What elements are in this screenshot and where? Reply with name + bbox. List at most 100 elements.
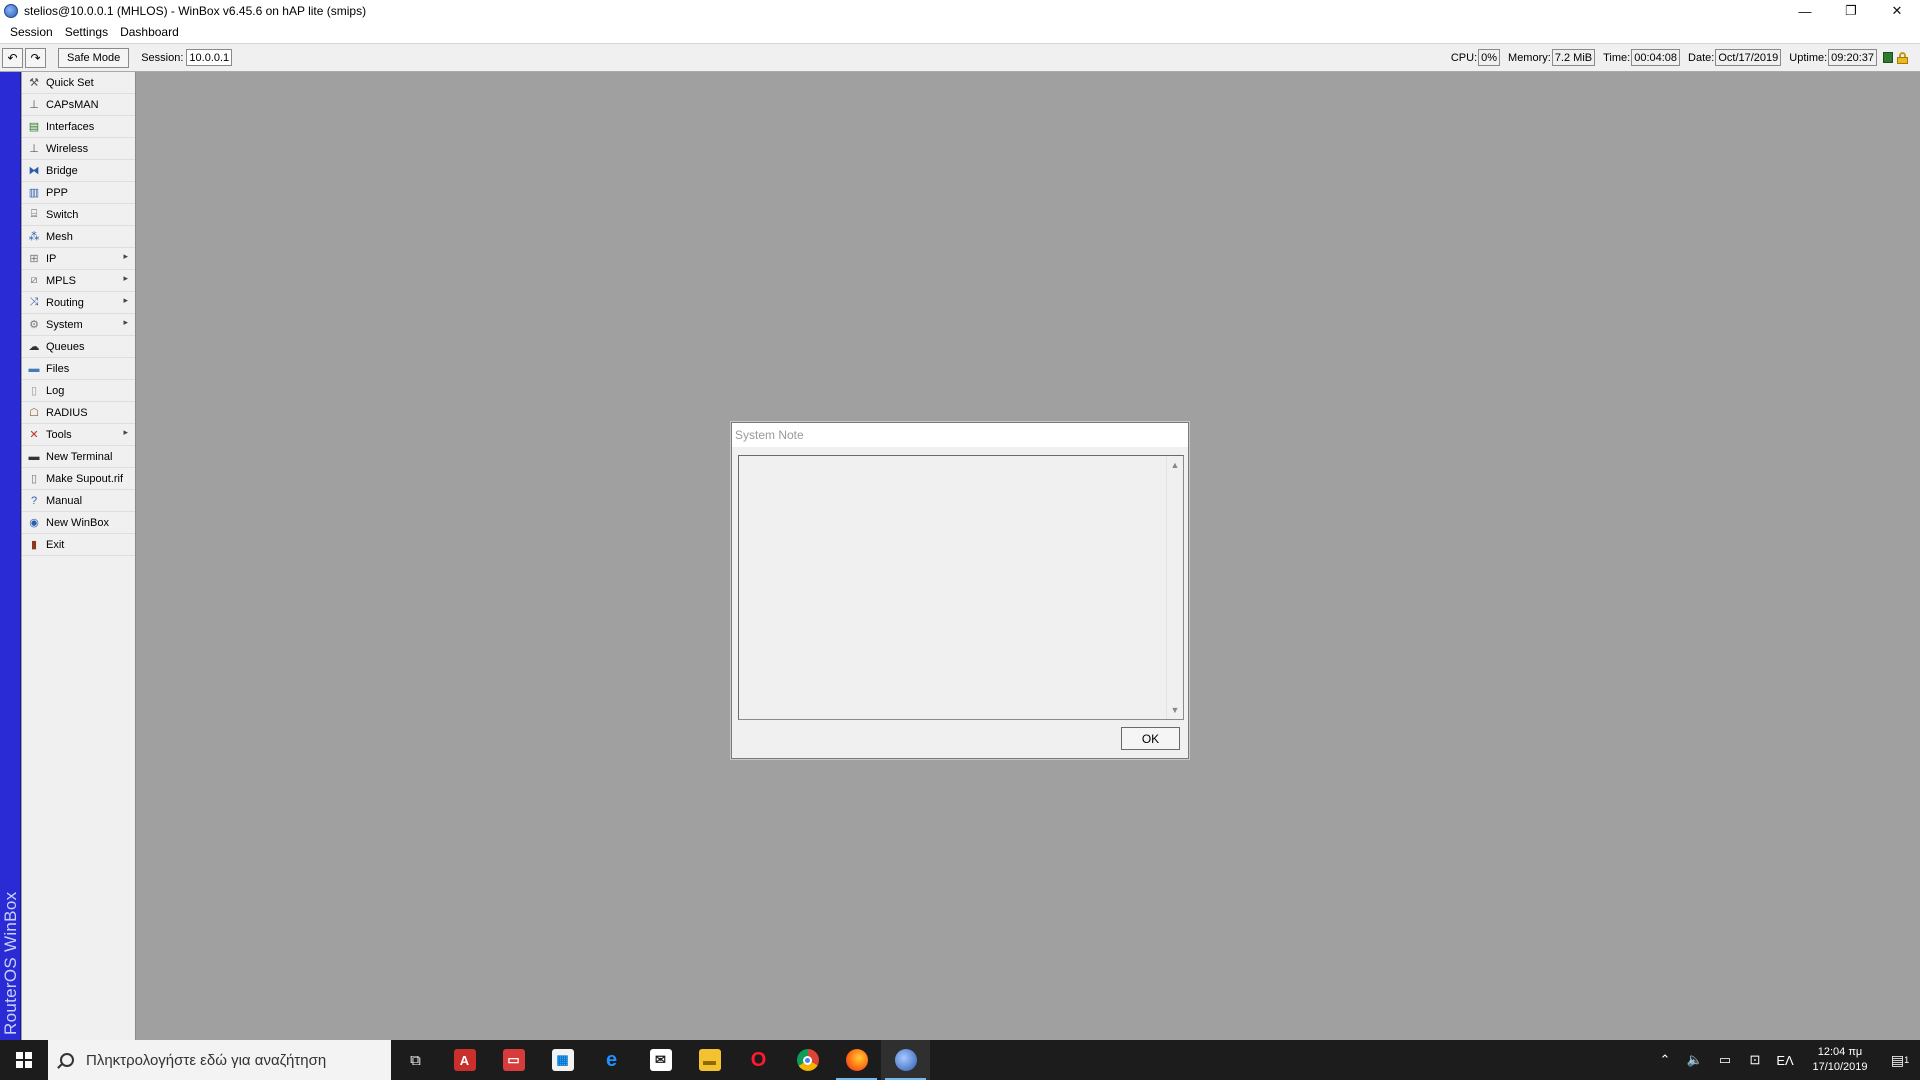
status-area: CPU: 0% Memory: 7.2 MiB Time: 00:04:08 D…	[1443, 44, 1908, 71]
language-indicator[interactable]: ΕΛ	[1770, 1053, 1800, 1068]
manual-icon: ?	[30, 494, 38, 507]
sidebar-item-label: Log	[46, 384, 65, 397]
network-icon[interactable]: ⊡	[1740, 1052, 1770, 1068]
ok-button[interactable]: OK	[1121, 727, 1180, 750]
memory-value: 7.2 MiB	[1551, 49, 1596, 66]
brand-text: RouterOS WinBox	[1, 891, 20, 1035]
system-note-textarea[interactable]: ▲ ▼	[738, 455, 1184, 720]
sidebar-item-routing[interactable]: ⤨ Routing ▸	[22, 292, 135, 314]
sidebar-item-radius[interactable]: ☖ RADIUS	[22, 402, 135, 424]
sidebar-item-quick-set[interactable]: ⚒ Quick Set	[22, 72, 135, 94]
task-view-button[interactable]: ⧉	[391, 1040, 440, 1080]
sidebar-item-interfaces[interactable]: ▤ Interfaces	[22, 116, 135, 138]
sidebar-item-label: Tools	[46, 428, 72, 441]
lock-icon	[1897, 51, 1908, 64]
quick-set-icon: ⚒	[29, 77, 39, 89]
taskbar-app-chrome[interactable]	[783, 1040, 832, 1080]
menu-bar: Session Settings Dashboard	[0, 22, 1920, 42]
sidebar-item-label: Wireless	[46, 142, 89, 155]
taskbar-app-edge[interactable]: e	[587, 1040, 636, 1080]
sidebar-item-switch[interactable]: ⌸ Switch	[22, 204, 135, 226]
minimize-button[interactable]: —	[1782, 0, 1828, 22]
taskbar: Πληκτρολογήστε εδώ για αναζήτηση ⧉ A ▭ ▦…	[0, 1040, 1920, 1080]
terminal-icon: ▬	[28, 450, 40, 463]
winbox-icon: ◉	[29, 517, 39, 529]
taskbar-app-acrobat[interactable]: A	[440, 1040, 489, 1080]
taskbar-app-opera[interactable]: O	[734, 1040, 783, 1080]
close-button[interactable]: ✕	[1874, 0, 1920, 22]
sidebar-item-new-terminal[interactable]: ▬ New Terminal	[22, 446, 135, 468]
acrobat-icon: A	[453, 1049, 476, 1071]
sidebar-item-manual[interactable]: ? Manual	[22, 490, 135, 512]
sidebar-item-ip[interactable]: ⊞ IP ▸	[22, 248, 135, 270]
restore-button[interactable]: ❐	[1828, 0, 1874, 22]
sidebar-item-label: Switch	[46, 208, 79, 221]
time-label: Time:	[1603, 51, 1631, 64]
clock-date: 17/10/2019	[1812, 1061, 1868, 1073]
notification-icon: ▤	[1890, 1051, 1905, 1068]
sidebar-item-mesh[interactable]: ⁂ Mesh	[22, 226, 135, 248]
menu-settings[interactable]: Settings	[59, 25, 114, 39]
clock[interactable]: 12:04 πμ 17/10/2019	[1800, 1045, 1880, 1075]
sidebar-item-label: System	[46, 318, 83, 331]
sidebar-item-new-winbox[interactable]: ◉ New WinBox	[22, 512, 135, 534]
submenu-arrow-icon: ▸	[123, 317, 128, 327]
taskbar-app-explorer[interactable]: ▬	[685, 1040, 734, 1080]
queues-icon: ☁	[28, 341, 40, 353]
sidebar-item-exit[interactable]: ▮ Exit	[22, 534, 135, 556]
sidebar-item-tools[interactable]: ✕ Tools ▸	[22, 424, 135, 446]
dialog-scrollbar[interactable]: ▲ ▼	[1166, 456, 1183, 719]
mpls-icon: ⧄	[30, 274, 38, 286]
session-field: 10.0.0.1	[186, 49, 233, 66]
sidebar-item-files[interactable]: ▬ Files	[22, 358, 135, 380]
window-controls: — ❐ ✕	[1782, 0, 1920, 22]
sidebar-item-label: Files	[46, 362, 70, 375]
task-view-icon: ⧉	[410, 1051, 421, 1069]
time-value: 00:04:08	[1631, 49, 1681, 66]
sidebar-item-log[interactable]: ▯ Log	[22, 380, 135, 402]
taskbar-app-mail[interactable]: ✉	[636, 1040, 685, 1080]
submenu-arrow-icon: ▸	[123, 273, 128, 283]
sidebar-item-capsman[interactable]: ⊥ CAPsMAN	[22, 94, 135, 116]
sidebar-item-system[interactable]: ⚙ System ▸	[22, 314, 135, 336]
toolbar: ↶ ↷ Safe Mode Session: 10.0.0.1 CPU: 0% …	[0, 43, 1920, 72]
uptime-label: Uptime:	[1789, 51, 1828, 64]
taskbar-app-reader[interactable]: ▭	[489, 1040, 538, 1080]
volume-icon[interactable]: 🔈	[1680, 1052, 1710, 1068]
sidebar-item-label: Routing	[46, 296, 84, 309]
sidebar-item-ppp[interactable]: ▥ PPP	[22, 182, 135, 204]
system-tray: ⌃ 🔈 ▭ ⊡ ΕΛ 12:04 πμ 17/10/2019 ▤ 1	[1650, 1040, 1920, 1080]
brand-stripe: RouterOS WinBox	[0, 72, 21, 1040]
window-title: stelios@10.0.0.1 (MHLOS) - WinBox v6.45.…	[24, 4, 367, 18]
taskbar-search[interactable]: Πληκτρολογήστε εδώ για αναζήτηση	[48, 1040, 391, 1080]
action-center-button[interactable]: ▤ 1	[1880, 1040, 1920, 1080]
sidebar-item-label: Mesh	[46, 230, 73, 243]
sidebar-item-label: Queues	[46, 340, 85, 353]
menu-session[interactable]: Session	[4, 25, 59, 39]
scroll-down-icon[interactable]: ▼	[1167, 703, 1183, 717]
scroll-up-icon[interactable]: ▲	[1167, 458, 1183, 472]
session-label: Session:	[141, 51, 184, 64]
sidebar-item-label: CAPsMAN	[46, 98, 99, 111]
sidebar-item-bridge[interactable]: ⧓ Bridge	[22, 160, 135, 182]
system-note-dialog: System Note ▲ ▼ OK	[731, 422, 1189, 759]
taskbar-app-winbox[interactable]	[881, 1040, 930, 1080]
sidebar-item-make-supout-rif[interactable]: ▯ Make Supout.rif	[22, 468, 135, 490]
sidebar-item-queues[interactable]: ☁ Queues	[22, 336, 135, 358]
sidebar-menu: ⚒ Quick Set ⊥ CAPsMAN ▤ Interfaces ⊥ Wireless ⧓ B…	[22, 72, 136, 1040]
radius-icon: ☖	[29, 407, 39, 419]
show-hidden-icons-icon[interactable]: ⌃	[1650, 1052, 1680, 1068]
taskbar-app-store[interactable]: ▦	[538, 1040, 587, 1080]
battery-icon[interactable]: ▭	[1710, 1052, 1740, 1068]
menu-dashboard[interactable]: Dashboard	[114, 25, 185, 39]
sidebar-item-mpls[interactable]: ⧄ MPLS ▸	[22, 270, 135, 292]
safe-mode-button[interactable]: Safe Mode	[58, 47, 130, 68]
sidebar-item-label: MPLS	[46, 274, 76, 287]
sidebar-item-wireless[interactable]: ⊥ Wireless	[22, 138, 135, 160]
start-button[interactable]	[0, 1040, 48, 1080]
undo-button[interactable]: ↶	[2, 47, 23, 68]
chrome-icon	[796, 1049, 819, 1071]
taskbar-app-firefox[interactable]	[832, 1040, 881, 1080]
redo-button[interactable]: ↷	[25, 47, 46, 68]
date-label: Date:	[1688, 51, 1715, 64]
